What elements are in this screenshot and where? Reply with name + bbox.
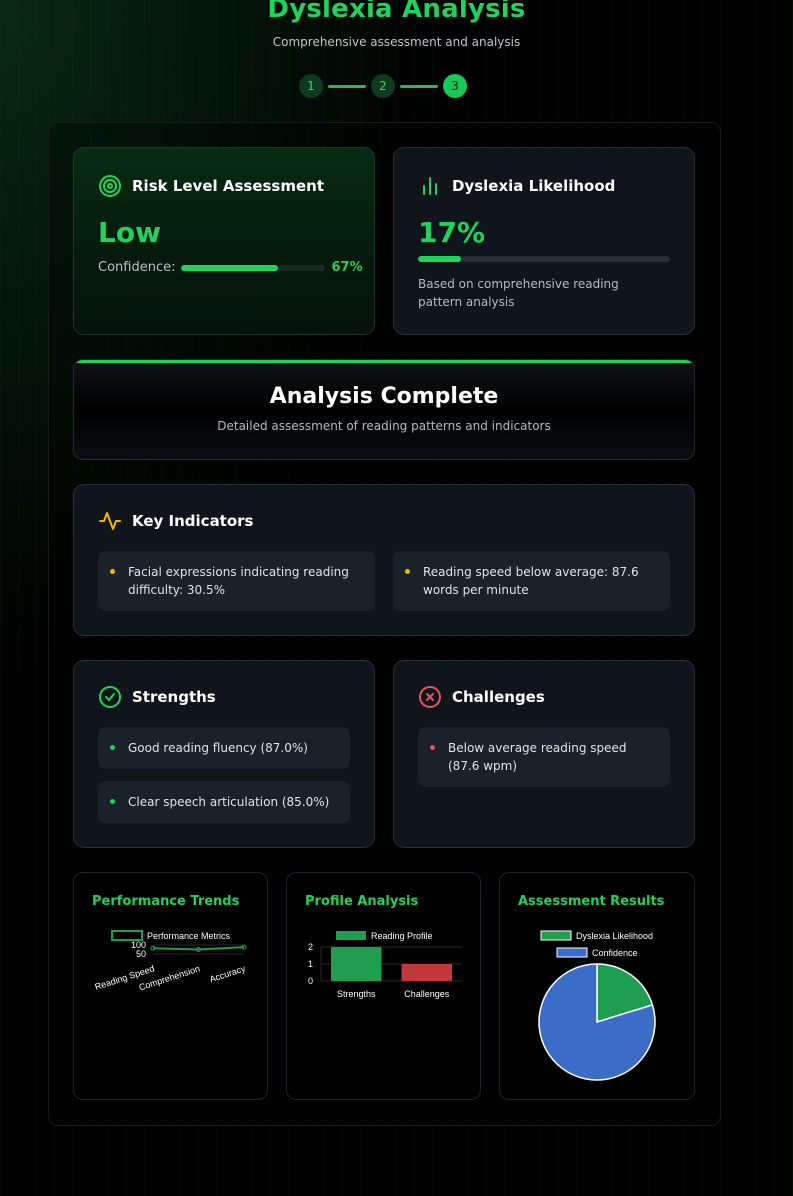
legend-swatch bbox=[111, 930, 143, 941]
risk-title-text: Risk Level Assessment bbox=[132, 177, 325, 195]
analysis-complete-banner: Analysis Complete Detailed assessment of… bbox=[73, 359, 695, 460]
warning-dot bbox=[110, 569, 115, 574]
x-tick-label: Accuracy bbox=[208, 963, 247, 984]
indicator-item: Reading speed below average: 87.6 words … bbox=[393, 551, 670, 611]
likelihood-card-title: Dyslexia Likelihood bbox=[418, 174, 615, 198]
page-subtitle: Comprehensive assessment and analysis bbox=[272, 35, 521, 49]
strengths-title: Strengths bbox=[98, 685, 216, 709]
likelihood-card: Dyslexia Likelihood 17% Based on compreh… bbox=[393, 147, 695, 335]
check-circle-icon bbox=[99, 686, 121, 708]
analysis-complete-title: Analysis Complete bbox=[269, 384, 499, 409]
x-tick-label: Strengths bbox=[337, 989, 376, 999]
confidence-bar-fill bbox=[181, 264, 278, 271]
strength-dot bbox=[110, 799, 115, 804]
legend-swatch bbox=[556, 947, 588, 958]
strength-item: Clear speech articulation (85.0%) bbox=[98, 781, 350, 823]
chart-title: Assessment Results bbox=[518, 894, 665, 909]
legend-swatch bbox=[540, 930, 572, 941]
likelihood-bar-fill bbox=[418, 256, 461, 262]
banner-accent-line bbox=[74, 360, 694, 363]
profile-analysis-chart: Reading Profile 2 1 0 Strengths Challenges bbox=[308, 931, 462, 999]
step-1[interactable]: 1 bbox=[299, 74, 323, 98]
challenge-item: Below average reading speed (87.6 wpm) bbox=[418, 727, 670, 787]
analysis-complete-subtitle: Detailed assessment of reading patterns … bbox=[217, 419, 551, 433]
chart-title: Profile Analysis bbox=[305, 894, 419, 909]
x-circle-icon bbox=[419, 686, 441, 708]
activity-icon bbox=[99, 512, 121, 530]
step-connector bbox=[400, 84, 438, 88]
risk-level-card: Risk Level Assessment Low Confidence: 67… bbox=[73, 147, 375, 335]
challenge-dot bbox=[430, 745, 435, 750]
risk-card-title: Risk Level Assessment bbox=[98, 174, 324, 198]
performance-trends-chart: Performance Metrics10050Reading SpeedCom… bbox=[94, 930, 247, 993]
y-tick-label: 1 bbox=[308, 959, 313, 969]
step-indicator: 1 2 3 bbox=[299, 74, 467, 98]
indicator-text: Reading speed below average: 87.6 words … bbox=[423, 565, 639, 597]
profile-analysis-card: Profile Analysis Reading Profile 2 1 0 Stren… bbox=[286, 872, 481, 1100]
legend-label: Reading Profile bbox=[371, 931, 433, 941]
key-indicators-title-text: Key Indicators bbox=[132, 512, 254, 530]
strengths-card: Strengths Good reading fluency (87.0%) C… bbox=[73, 660, 375, 848]
warning-dot bbox=[405, 569, 410, 574]
indicator-item: Facial expressions indicating reading di… bbox=[98, 551, 375, 611]
key-indicators-title: Key Indicators bbox=[98, 509, 254, 533]
confidence-bar bbox=[181, 264, 326, 271]
assessment-results-chart: Dyslexia Likelihood Confidence bbox=[538, 930, 656, 1081]
bar-chart-icon bbox=[423, 177, 437, 195]
legend-label: Confidence bbox=[592, 948, 638, 958]
legend-label: Dyslexia Likelihood bbox=[576, 931, 653, 941]
y-tick-label: 50 bbox=[136, 949, 146, 959]
legend-swatch bbox=[336, 931, 366, 940]
step-2[interactable]: 2 bbox=[371, 74, 395, 98]
strength-text: Clear speech articulation (85.0%) bbox=[128, 795, 330, 809]
strength-text: Good reading fluency (87.0%) bbox=[128, 741, 308, 755]
confidence-value: 67% bbox=[331, 260, 363, 275]
x-tick-label: Challenges bbox=[404, 989, 450, 999]
key-indicators-card: Key Indicators Facial expressions indica… bbox=[73, 484, 695, 636]
step-3[interactable]: 3 bbox=[443, 74, 467, 98]
strength-dot bbox=[110, 745, 115, 750]
step-connector bbox=[328, 84, 366, 88]
confidence-row: Confidence: 67% bbox=[98, 260, 363, 275]
likelihood-title-text: Dyslexia Likelihood bbox=[452, 177, 616, 195]
challenge-text: Below average reading speed (87.6 wpm) bbox=[448, 741, 627, 773]
assessment-results-card: Assessment Results Dyslexia Likelihood Co… bbox=[499, 872, 695, 1100]
likelihood-value: 17% bbox=[418, 216, 486, 249]
performance-trends-card: Performance Trends Performance Metrics 10… bbox=[73, 872, 268, 1100]
legend-label: Performance Metrics bbox=[147, 931, 231, 941]
challenges-title: Challenges bbox=[418, 685, 545, 709]
page-title: Dyslexia Analysis bbox=[267, 0, 526, 24]
likelihood-description: Based on comprehensive reading pattern a… bbox=[418, 277, 619, 309]
y-tick-label: 0 bbox=[308, 976, 313, 986]
bar bbox=[401, 964, 452, 981]
strength-item: Good reading fluency (87.0%) bbox=[98, 727, 350, 769]
bar bbox=[331, 947, 382, 981]
confidence-label: Confidence: bbox=[98, 260, 176, 275]
challenges-title-text: Challenges bbox=[452, 688, 545, 706]
challenges-card: Challenges Below average reading speed (… bbox=[393, 660, 695, 848]
strengths-title-text: Strengths bbox=[132, 688, 216, 706]
indicator-text: Facial expressions indicating reading di… bbox=[128, 565, 349, 597]
chart-title: Performance Trends bbox=[92, 894, 240, 909]
risk-level-value: Low bbox=[98, 216, 161, 249]
y-tick-label: 2 bbox=[308, 942, 313, 952]
likelihood-bar bbox=[418, 256, 670, 262]
target-icon bbox=[99, 175, 121, 197]
